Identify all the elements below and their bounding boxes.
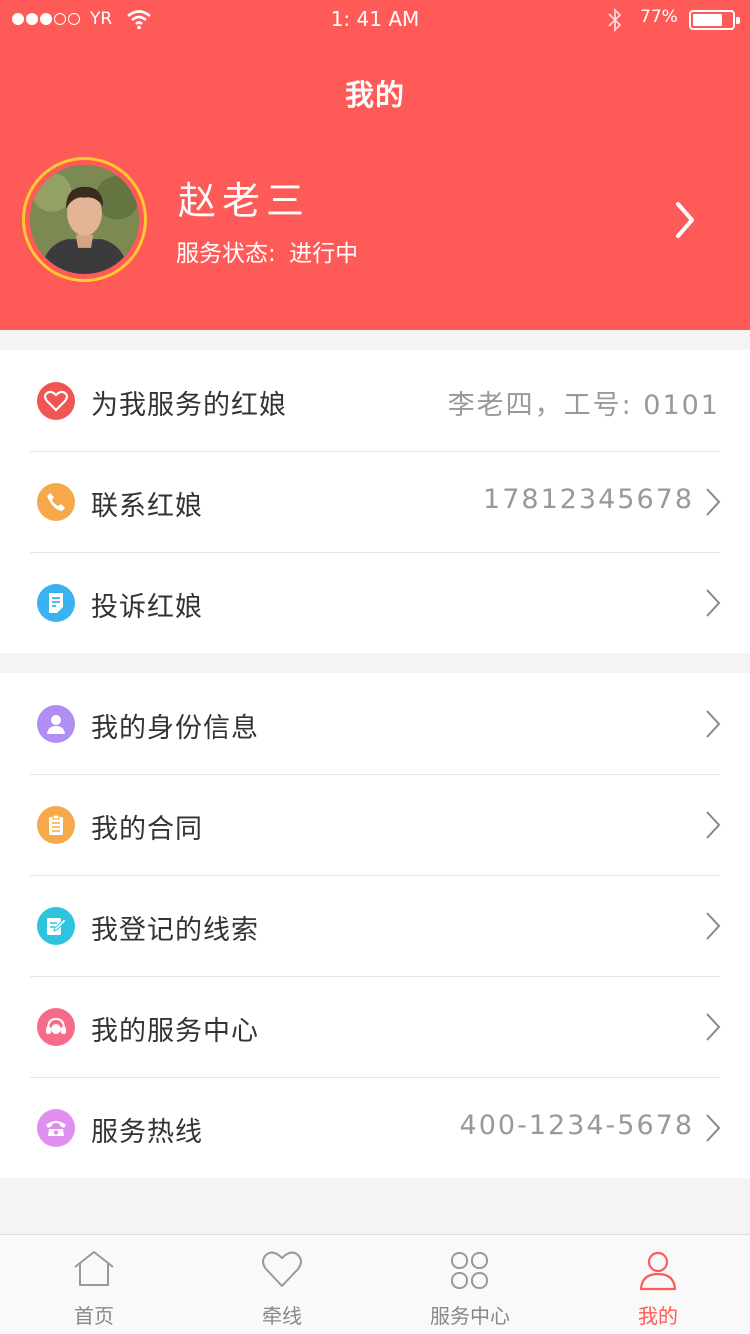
- phone-icon: [37, 483, 75, 521]
- matchmaker-info: 李老四，工号: 0101: [447, 390, 720, 421]
- battery-icon: [689, 10, 740, 30]
- avatar[interactable]: [22, 157, 147, 282]
- headset-icon: [37, 1008, 75, 1046]
- row-label: 我登记的线索: [91, 915, 259, 946]
- row-label: 为我服务的红娘: [91, 390, 287, 421]
- row-label: 我的身份信息: [91, 713, 259, 744]
- tab-label: 服务中心: [430, 1304, 510, 1328]
- clock: 1: 41 AM: [330, 7, 420, 31]
- tab-matchmaking[interactable]: 牵线: [188, 1235, 376, 1334]
- chevron-right-icon: [706, 912, 721, 940]
- chevron-right-icon: [706, 589, 721, 617]
- clipboard-icon: [37, 806, 75, 844]
- tab-label: 牵线: [262, 1304, 302, 1328]
- row-contact-matchmaker[interactable]: 联系红娘 17812345678: [0, 451, 750, 552]
- tab-mine[interactable]: 我的: [564, 1235, 750, 1334]
- tab-label: 首页: [74, 1304, 114, 1328]
- battery-percent: 77%: [640, 7, 678, 27]
- page-title: 我的: [344, 78, 405, 112]
- edit-icon: [37, 907, 75, 945]
- service-status-value: 进行中: [289, 241, 359, 267]
- row-label: 我的合同: [91, 814, 203, 845]
- heart-outline-icon: [262, 1251, 302, 1287]
- row-label: 联系红娘: [91, 491, 203, 522]
- row-my-leads[interactable]: 我登记的线索: [0, 875, 750, 976]
- row-label: 我的服务中心: [91, 1016, 259, 1047]
- row-my-contract[interactable]: 我的合同: [0, 774, 750, 875]
- chevron-right-icon: [706, 488, 721, 516]
- user-icon: [639, 1251, 677, 1291]
- row-label: 服务热线: [91, 1117, 203, 1148]
- tab-service-center[interactable]: 服务中心: [376, 1235, 564, 1334]
- chevron-right-icon: [706, 1013, 721, 1041]
- service-status-label: 服务状态:: [176, 241, 276, 267]
- avatar-photo: [30, 165, 139, 274]
- account-group: 我的身份信息 我的合同 我登记的线索 我的服务中心 服务热线 400-1234-…: [0, 673, 750, 1178]
- user-name: 赵老三: [178, 179, 311, 223]
- row-label: 投诉红娘: [91, 592, 203, 623]
- chevron-right-icon: [706, 1114, 721, 1142]
- home-icon: [74, 1251, 114, 1286]
- row-identity-info[interactable]: 我的身份信息: [0, 673, 750, 774]
- matchmaker-group: 为我服务的红娘 李老四，工号: 0101 联系红娘 17812345678 投诉…: [0, 350, 750, 653]
- matchmaker-phone: 17812345678: [483, 484, 694, 515]
- status-bar: YR 1: 41 AM 77%: [0, 0, 750, 40]
- row-my-service-center[interactable]: 我的服务中心: [0, 976, 750, 1077]
- chevron-right-icon: [706, 811, 721, 839]
- row-complain-matchmaker[interactable]: 投诉红娘: [0, 552, 750, 653]
- bluetooth-icon: [608, 7, 622, 33]
- row-service-hotline[interactable]: 服务热线 400-1234-5678: [0, 1077, 750, 1178]
- service-status: 服务状态: 进行中: [176, 234, 358, 268]
- heart-icon: [37, 382, 75, 420]
- document-icon: [37, 584, 75, 622]
- tab-label: 我的: [638, 1304, 678, 1328]
- telephone-icon: [37, 1109, 75, 1147]
- hotline-number: 400-1234-5678: [459, 1110, 694, 1141]
- tab-home[interactable]: 首页: [0, 1235, 188, 1334]
- row-my-matchmaker[interactable]: 为我服务的红娘 李老四，工号: 0101: [0, 350, 750, 451]
- chevron-right-icon: [706, 710, 721, 738]
- person-icon: [37, 705, 75, 743]
- grid-icon: [451, 1252, 488, 1289]
- tab-bar: 首页 牵线 服务中心 我的: [0, 1234, 750, 1334]
- profile-chevron-icon[interactable]: [672, 198, 698, 242]
- profile-header: YR 1: 41 AM 77% 我的 赵老三 服务状态: 进行中: [0, 0, 750, 330]
